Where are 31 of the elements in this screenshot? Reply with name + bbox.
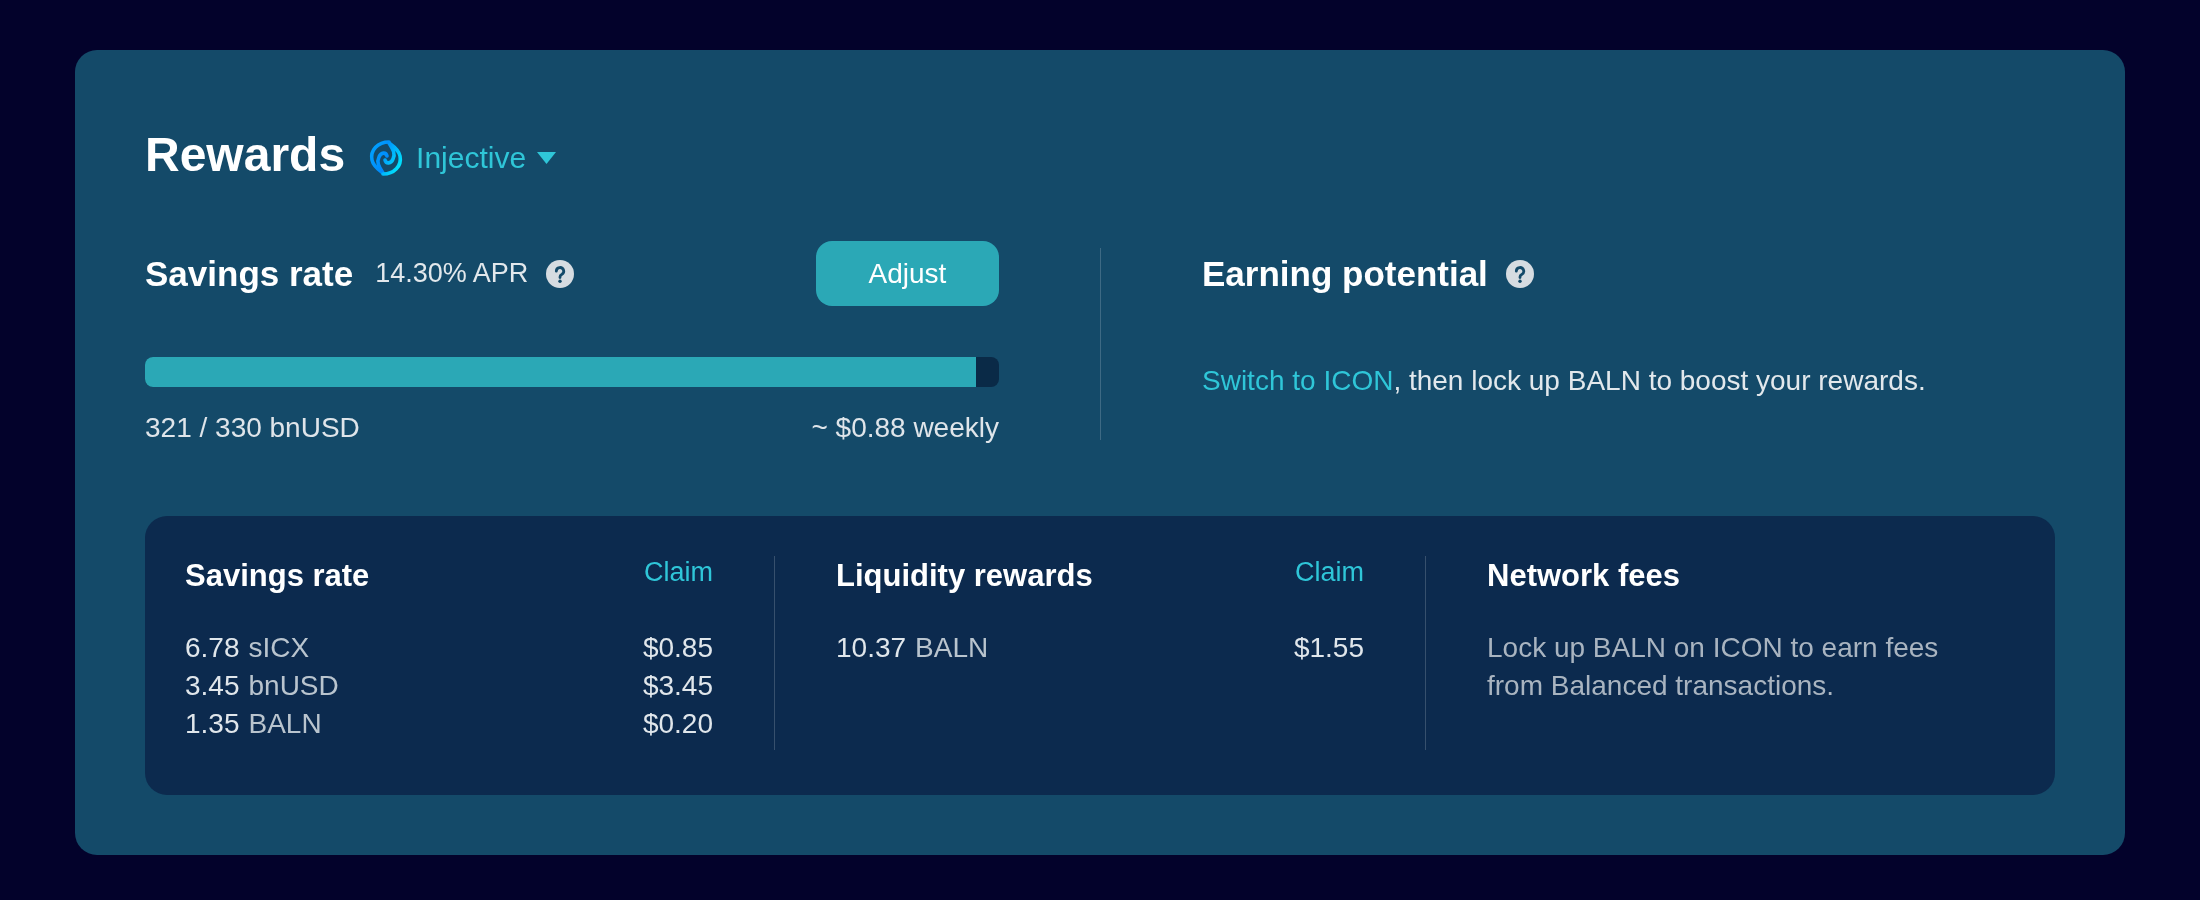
section-title: Savings rate — [185, 557, 370, 595]
reward-value: $3.45 — [642, 670, 713, 702]
reward-amount: 1.35 — [185, 708, 240, 740]
reward-amount: 3.45 — [185, 670, 240, 702]
earning-title: Earning potential — [1202, 253, 1488, 294]
reward-value: $0.20 — [642, 708, 713, 740]
boost-message: Switch to ICON, then lock up BALN to boost your rewards. — [1202, 364, 1927, 398]
section-title: Network fees — [1487, 557, 1680, 595]
reward-amount: 6.78 — [185, 632, 240, 664]
reward-value: $1.55 — [1293, 632, 1364, 664]
section-title: Liquidity rewards — [836, 557, 1093, 595]
reward-amount: 10.37 — [836, 632, 907, 664]
network-selector[interactable]: Injective — [367, 139, 557, 177]
claim-button[interactable]: Claim — [644, 556, 713, 588]
weekly-estimate: ~ $0.88 weekly — [811, 412, 999, 444]
token-symbol: sICX — [248, 632, 310, 664]
caret-icon — [537, 152, 557, 164]
adjust-button[interactable]: Adjust — [816, 241, 999, 306]
token-symbol: bnUSD — [248, 670, 339, 702]
claim-button[interactable]: Claim — [1295, 556, 1364, 588]
help-icon[interactable] — [546, 259, 575, 288]
deposit-amount: 321 / 330 bnUSD — [145, 412, 360, 444]
savings-title: Savings rate — [145, 253, 354, 294]
token-symbol: BALN — [915, 632, 989, 664]
apr-label: 14.30% APR — [375, 258, 529, 289]
switch-network-link[interactable]: Switch to ICON — [1202, 365, 1394, 396]
help-icon[interactable] — [1505, 259, 1534, 288]
page-title: Rewards — [145, 127, 346, 183]
section-description: Lock up BALN on ICON to earn fees from Balanced transactions. — [1487, 631, 1940, 703]
token-symbol: BALN — [248, 708, 322, 740]
reward-value: $0.85 — [642, 632, 713, 664]
